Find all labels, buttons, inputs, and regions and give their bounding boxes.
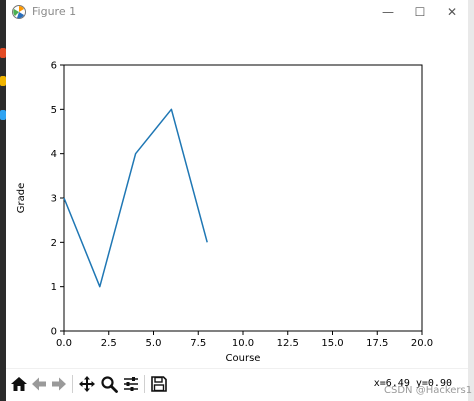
- y-tick-label: 5: [51, 105, 57, 116]
- y-tick-label: 0: [51, 327, 57, 338]
- zoom-icon: [101, 376, 118, 393]
- title-bar[interactable]: Figure 1 — ☐ ✕: [6, 0, 468, 24]
- minimize-icon: —: [382, 5, 394, 19]
- y-tick-label: 6: [51, 61, 57, 72]
- save-icon: [151, 376, 167, 392]
- x-tick-label: 12.5: [277, 338, 299, 349]
- y-tick-label: 4: [51, 149, 57, 160]
- plot-axes-frame: [63, 64, 423, 332]
- pan-button[interactable]: [76, 373, 98, 395]
- zoom-button[interactable]: [98, 373, 120, 395]
- x-tick-label: 10.0: [232, 338, 254, 349]
- y-axis-ticks: 0 1 2 3 4 5 6: [51, 61, 64, 338]
- x-tick-label: 20.0: [411, 338, 433, 349]
- pan-icon: [79, 376, 95, 392]
- back-arrow-icon: [32, 377, 46, 391]
- x-tick-label: 7.5: [190, 338, 206, 349]
- desktop-right-strip: [468, 0, 474, 401]
- home-icon: [11, 377, 27, 391]
- y-tick-label: 3: [51, 194, 57, 205]
- close-icon: ✕: [446, 5, 458, 19]
- x-tick-label: 5.0: [146, 338, 162, 349]
- back-button[interactable]: [28, 373, 50, 395]
- y-tick-label: 2: [51, 238, 57, 249]
- figure-window: Figure 1 — ☐ ✕ 0.0 2.5 5.0 7.5 10.0 12.5 15.0 1…: [6, 0, 468, 401]
- y-tick-label: 1: [51, 282, 57, 293]
- close-button[interactable]: ✕: [436, 0, 468, 24]
- x-tick-label: 17.5: [366, 338, 388, 349]
- minimize-button[interactable]: —: [372, 0, 404, 24]
- x-axis-label: Course: [226, 353, 261, 364]
- line-chart: 0.0 2.5 5.0 7.5 10.0 12.5 15.0 17.5 20.0 0 1 2 3 4 5 6…: [16, 61, 433, 365]
- window-title: Figure 1: [32, 5, 77, 18]
- x-axis-ticks: 0.0 2.5 5.0 7.5 10.0 12.5 15.0 17.5 20.0: [56, 331, 433, 349]
- toolbar-separator: [144, 375, 145, 393]
- maximize-icon: ☐: [414, 5, 426, 19]
- forward-button[interactable]: [48, 373, 70, 395]
- matplotlib-logo-icon: [12, 5, 26, 19]
- save-button[interactable]: [148, 373, 170, 395]
- forward-arrow-icon: [52, 377, 66, 391]
- x-tick-label: 15.0: [321, 338, 343, 349]
- configure-subplots-button[interactable]: [120, 373, 142, 395]
- figure-canvas[interactable]: 0.0 2.5 5.0 7.5 10.0 12.5 15.0 17.5 20.0 0 1 2 3 4 5 6…: [6, 24, 468, 368]
- home-button[interactable]: [8, 373, 30, 395]
- x-tick-label: 2.5: [101, 338, 117, 349]
- watermark: CSDN @Hackers1: [384, 385, 473, 396]
- y-axis-label: Grade: [16, 183, 27, 214]
- configure-subplots-icon: [124, 377, 138, 391]
- x-tick-label: 0.0: [56, 338, 72, 349]
- maximize-button[interactable]: ☐: [404, 0, 436, 24]
- toolbar-separator: [72, 375, 73, 393]
